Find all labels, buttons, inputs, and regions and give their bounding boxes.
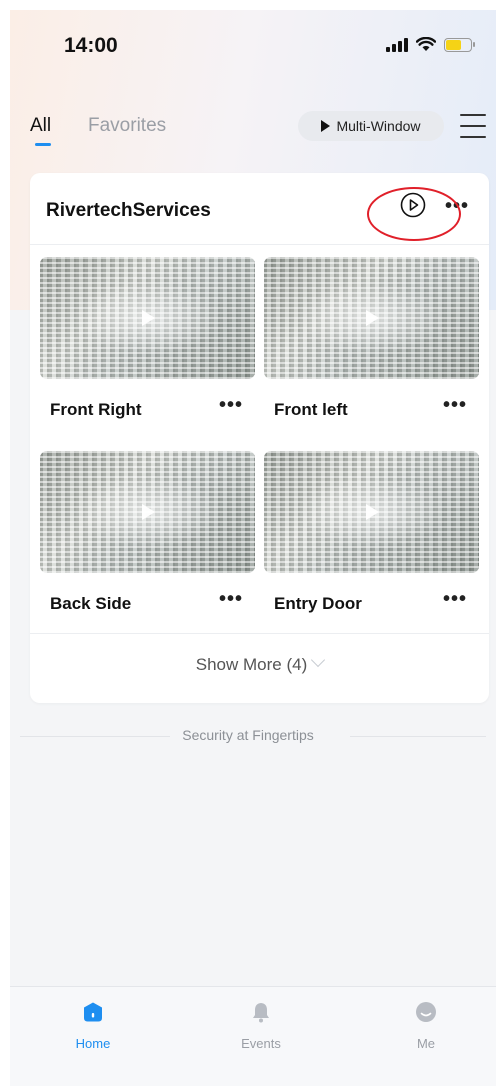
- battery-level: [446, 39, 461, 50]
- highlight-ring: [367, 187, 461, 241]
- tab-favorites[interactable]: Favorites: [88, 115, 166, 137]
- wifi-icon: [416, 37, 436, 51]
- camera-name: Front left: [274, 400, 348, 419]
- camera-more-icon[interactable]: •••: [443, 394, 467, 417]
- play-icon: [321, 120, 331, 132]
- card-divider: [30, 633, 489, 634]
- camera-thumbnail[interactable]: [40, 257, 255, 379]
- nav-label: Events: [241, 1036, 281, 1051]
- device-tabs: All Favorites Multi-Window: [10, 110, 496, 150]
- camera-more-icon[interactable]: •••: [219, 588, 243, 611]
- show-more-button[interactable]: Show More (4): [30, 652, 489, 675]
- nav-label: Me: [416, 1036, 436, 1051]
- tab-all[interactable]: All: [30, 115, 51, 137]
- tagline: Security at Fingertips: [182, 727, 314, 743]
- camera-tile[interactable]: Front Right •••: [40, 257, 255, 419]
- camera-name: Front Right: [50, 400, 142, 419]
- device-group-card: RivertechServices ••• Front Right ••• Fr…: [30, 173, 489, 703]
- bell-icon: [253, 1003, 269, 1023]
- card-divider: [30, 244, 489, 245]
- multi-window-button[interactable]: Multi-Window: [298, 111, 444, 141]
- play-icon: [141, 504, 155, 520]
- multi-window-label: Multi-Window: [336, 118, 421, 134]
- status-bar: 14:00: [10, 10, 496, 80]
- show-more-label: Show More (4): [195, 655, 308, 674]
- nav-label: Home: [75, 1036, 111, 1051]
- profile-icon: [416, 1002, 436, 1022]
- nav-home[interactable]: Home: [53, 1001, 133, 1051]
- camera-tile[interactable]: Back Side •••: [40, 451, 255, 613]
- bottom-navigation: Home Events Me: [10, 986, 496, 1086]
- group-title: RivertechServices: [46, 200, 211, 221]
- play-icon: [365, 310, 379, 326]
- nav-me[interactable]: Me: [386, 1001, 466, 1051]
- home-icon: [84, 1002, 102, 1022]
- camera-more-icon[interactable]: •••: [219, 394, 243, 417]
- status-time: 14:00: [64, 34, 118, 57]
- camera-tile[interactable]: Entry Door •••: [264, 451, 479, 613]
- camera-more-icon[interactable]: •••: [443, 588, 467, 611]
- camera-thumbnail[interactable]: [264, 451, 479, 573]
- camera-name: Entry Door: [274, 594, 362, 613]
- chevron-down-icon: [311, 652, 326, 668]
- play-icon: [365, 504, 379, 520]
- status-icons: [386, 37, 475, 52]
- signal-icon: [386, 37, 408, 52]
- camera-tile[interactable]: Front left •••: [264, 257, 479, 419]
- app-screen: 14:00 All Favorites Multi-Window Riverte…: [10, 10, 496, 1086]
- camera-name: Back Side: [50, 594, 132, 613]
- tab-all-indicator: [35, 143, 51, 146]
- play-icon: [141, 310, 155, 326]
- menu-icon[interactable]: [460, 114, 486, 138]
- camera-thumbnail[interactable]: [264, 257, 479, 379]
- nav-events[interactable]: Events: [221, 1001, 301, 1051]
- camera-thumbnail[interactable]: [40, 451, 255, 573]
- battery-icon: [444, 37, 475, 52]
